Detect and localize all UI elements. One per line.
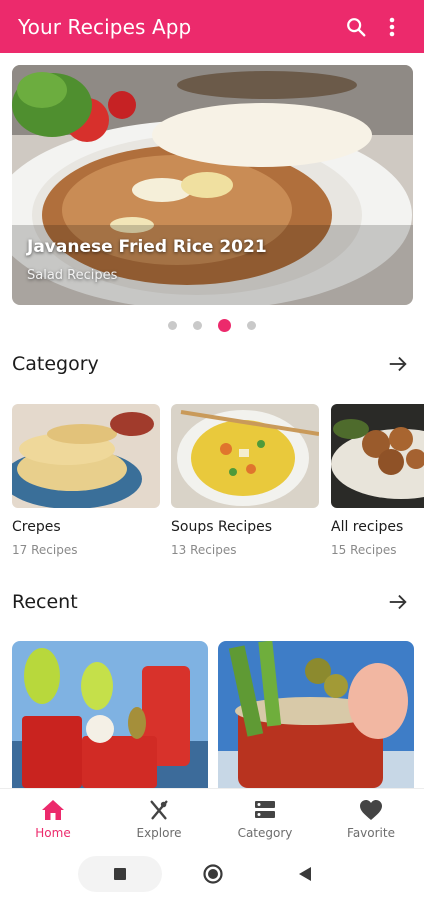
category-name: Crepes: [12, 519, 61, 535]
featured-recipe-category: Salad Recipes: [27, 268, 118, 283]
category-name: All recipes: [331, 519, 404, 535]
more-options-button[interactable]: [374, 7, 410, 47]
carousel-dot[interactable]: [247, 320, 256, 330]
nav-label: Explore: [136, 826, 182, 840]
arrow-right-icon: [389, 356, 407, 372]
home-system-button[interactable]: [196, 856, 230, 892]
category-name: Soups Recipes: [171, 519, 273, 535]
nav-label: Category: [237, 826, 293, 840]
system-navigation-bar: [0, 848, 424, 900]
recent-apps-button[interactable]: [78, 856, 162, 892]
arrow-right-icon: [389, 594, 407, 610]
category-image: [171, 404, 319, 508]
square-icon: [114, 868, 126, 880]
bottom-navigation: Home Explore Category Favorite: [0, 788, 424, 848]
recent-see-all-button[interactable]: [384, 588, 412, 616]
category-section-header: Category: [12, 349, 412, 379]
carousel-indicator: [0, 318, 424, 332]
recent-recipe-card[interactable]: [12, 641, 208, 788]
more-vert-icon: [389, 17, 395, 36]
search-icon: [347, 17, 366, 36]
search-button[interactable]: [338, 7, 374, 47]
recent-section-header: Recent: [12, 587, 412, 617]
nav-label: Favorite: [347, 826, 395, 840]
carousel-dot[interactable]: [193, 320, 202, 330]
category-heading: Category: [12, 353, 99, 375]
category-card-crepes[interactable]: Crepes 17 Recipes: [12, 404, 160, 564]
carousel-dot-active[interactable]: [218, 318, 231, 332]
category-image: [12, 404, 160, 508]
circle-icon: [203, 864, 223, 884]
heart-icon: [360, 800, 382, 820]
recent-heading: Recent: [12, 591, 78, 613]
category-count: 13 Recipes: [171, 543, 237, 557]
category-see-all-button[interactable]: [384, 350, 412, 378]
app-title: Your Recipes App: [18, 14, 192, 39]
nav-label: Home: [35, 826, 71, 840]
back-button[interactable]: [290, 856, 320, 892]
featured-recipe-title: Javanese Fried Rice 2021: [27, 237, 267, 257]
category-card-all-recipes[interactable]: All recipes 15 Recipes: [331, 404, 424, 564]
category-card-soups[interactable]: Soups Recipes 13 Recipes: [171, 404, 319, 564]
nav-favorite[interactable]: Favorite: [318, 789, 424, 848]
nav-category[interactable]: Category: [212, 789, 318, 848]
carousel-dot[interactable]: [168, 320, 177, 330]
app-bar: Your Recipes App: [0, 0, 424, 53]
nav-explore[interactable]: Explore: [106, 789, 212, 848]
fork-knife-icon: [150, 800, 168, 820]
back-triangle-icon: [299, 867, 311, 881]
recent-recipe-image: [12, 641, 208, 788]
recent-recipe-card[interactable]: [218, 641, 414, 788]
home-icon: [42, 800, 64, 820]
featured-recipe-card[interactable]: Javanese Fried Rice 2021 Salad Recipes: [12, 65, 413, 305]
category-list-icon: [255, 801, 275, 818]
recent-recipe-image: [218, 641, 414, 788]
nav-home[interactable]: Home: [0, 789, 106, 848]
category-image: [331, 404, 424, 508]
category-count: 17 Recipes: [12, 543, 78, 557]
category-count: 15 Recipes: [331, 543, 397, 557]
